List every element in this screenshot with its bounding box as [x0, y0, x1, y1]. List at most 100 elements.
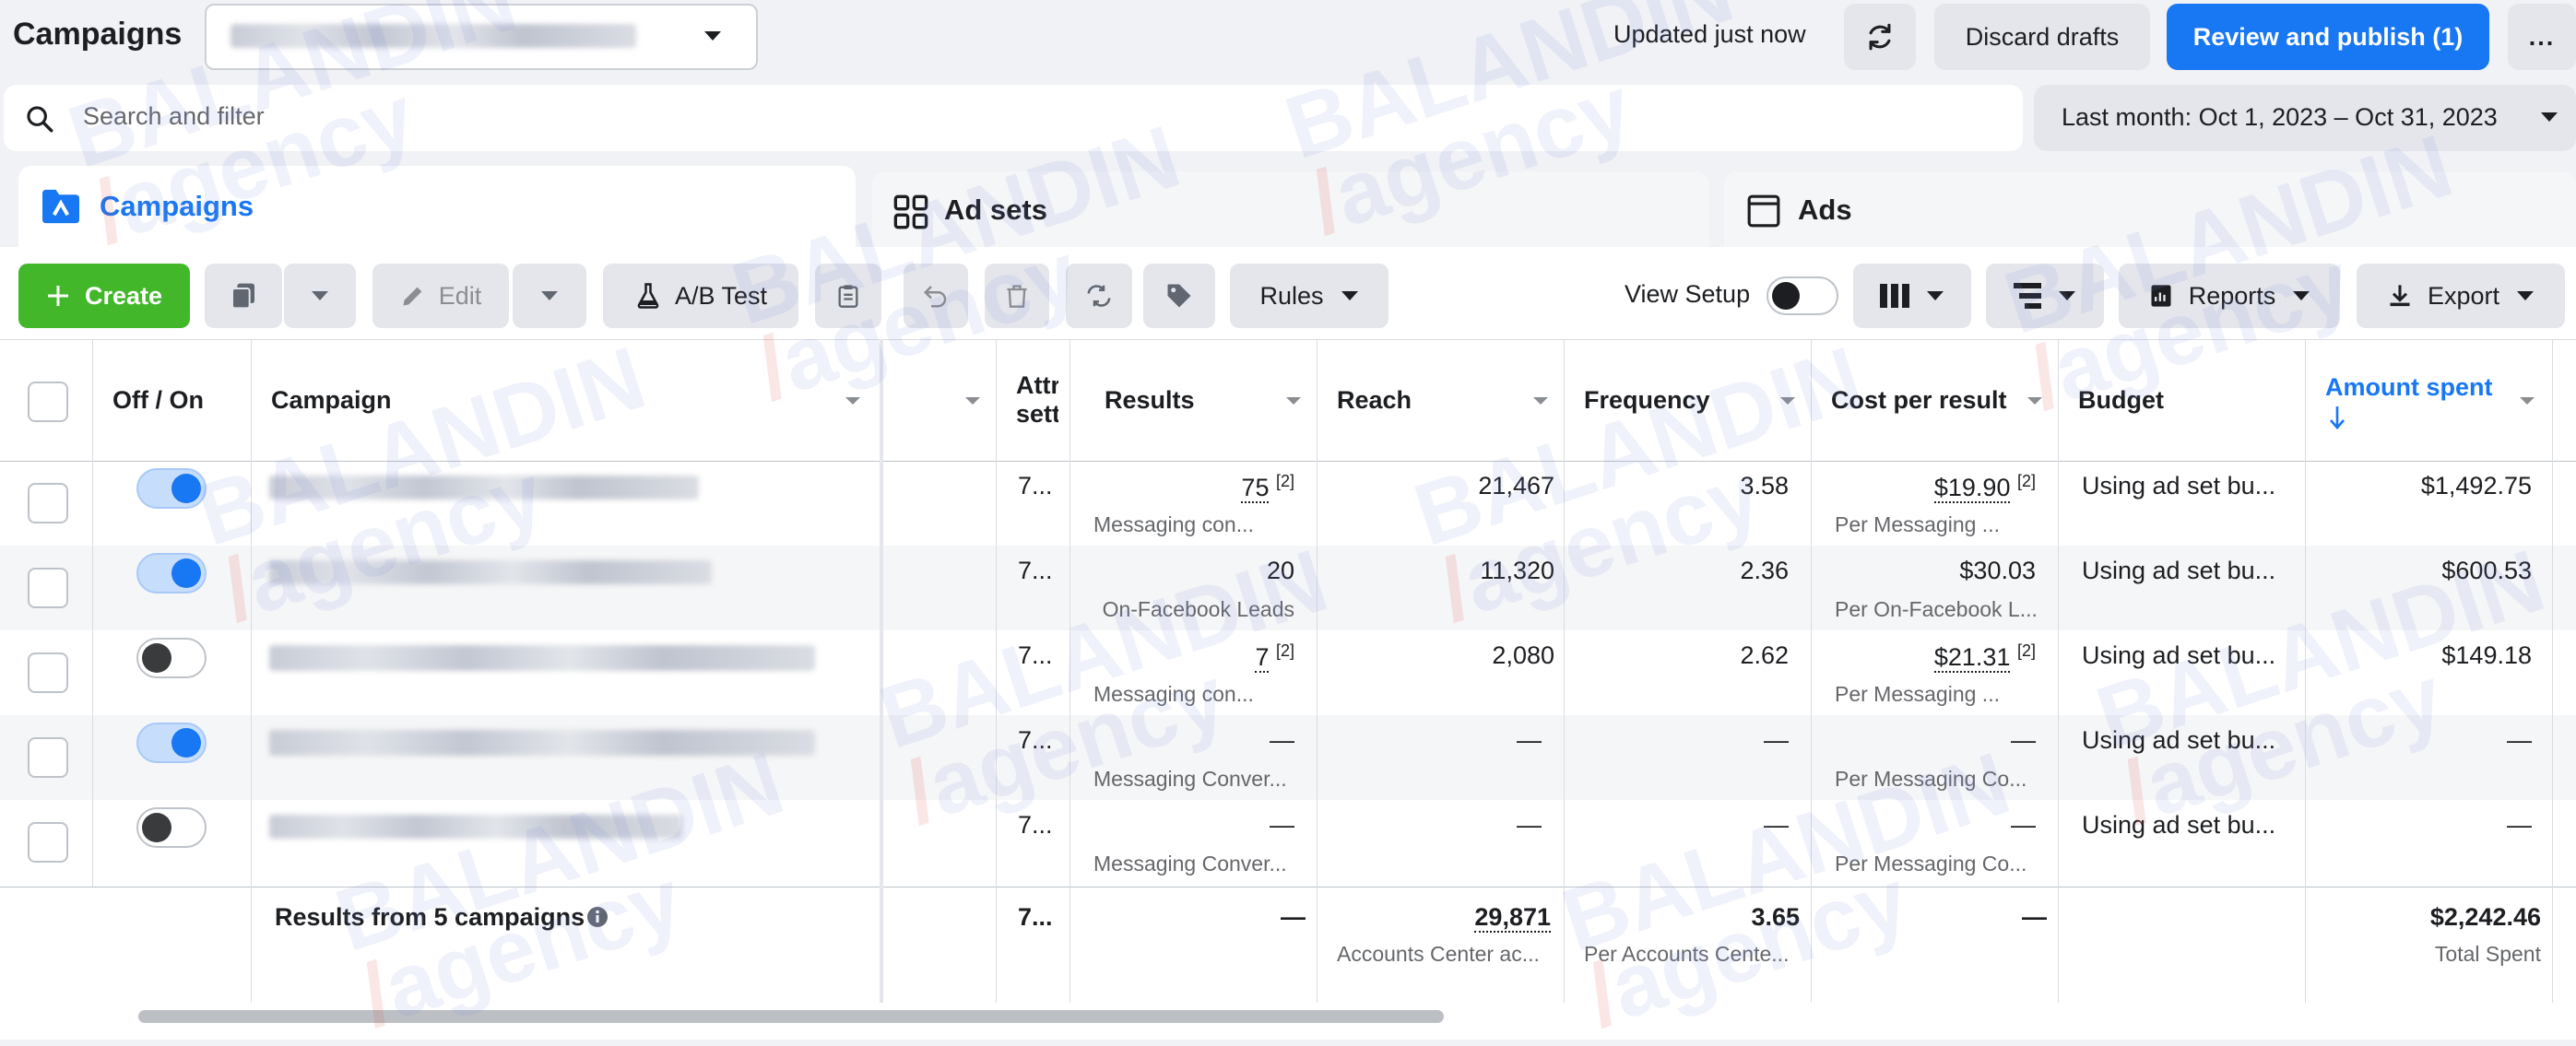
- col-cost-per-result[interactable]: Cost per result: [1831, 339, 2007, 461]
- campaign-name-redacted[interactable]: [269, 730, 815, 756]
- tag-button[interactable]: [1143, 264, 1215, 328]
- create-button[interactable]: Create: [18, 264, 190, 328]
- cost-per-result-type: Per Messaging Co...: [1835, 767, 2027, 791]
- page-title: Campaigns: [13, 17, 183, 52]
- folder-icon: [41, 188, 81, 225]
- campaign-toggle[interactable]: [136, 638, 207, 678]
- chevron-down-icon: [2516, 290, 2535, 301]
- summary-reach-number: 29,871: [1474, 903, 1551, 933]
- reach-value: —: [1517, 726, 1542, 754]
- results-type: On-Facebook Leads: [1102, 597, 1294, 621]
- col-off-on[interactable]: Off / On: [112, 339, 204, 461]
- tab-ad-sets-label: Ad sets: [944, 194, 1047, 226]
- col-reach[interactable]: Reach: [1337, 339, 1412, 461]
- ab-test-label: A/B Test: [674, 281, 768, 310]
- summary-results: —: [1281, 903, 1306, 931]
- reports-button[interactable]: Reports: [2119, 264, 2340, 328]
- divider: [1811, 339, 1812, 1003]
- row-checkbox[interactable]: [28, 822, 68, 863]
- row-checkbox[interactable]: [28, 737, 68, 778]
- amount-spent-value: —: [2507, 726, 2532, 754]
- horizontal-scrollbar[interactable]: [138, 1010, 1444, 1023]
- col-campaign[interactable]: Campaign: [271, 339, 392, 461]
- duplicate-dropdown[interactable]: [284, 264, 356, 328]
- delete-button[interactable]: [985, 264, 1049, 328]
- breakdown-button[interactable]: [1986, 264, 2104, 328]
- cost-per-result-value: $30.03: [1959, 557, 2036, 584]
- toggle-knob: [171, 728, 201, 758]
- reach-value: 11,320: [1480, 557, 1554, 584]
- summary-frequency: 3.65: [1751, 903, 1800, 931]
- campaign-name-redacted[interactable]: [269, 560, 712, 584]
- row-checkbox[interactable]: [28, 568, 68, 608]
- divider: [0, 339, 2576, 340]
- cost-per-result-type: Per Messaging Co...: [1835, 852, 2027, 876]
- rules-label: Rules: [1259, 281, 1324, 310]
- edit-button[interactable]: Edit: [372, 264, 509, 328]
- more-options-button[interactable]: ...: [2508, 4, 2576, 70]
- col-results[interactable]: Results: [1105, 339, 1195, 461]
- clipboard-icon: [835, 282, 861, 310]
- cost-per-result-value: $19.90 [2]: [1831, 472, 2036, 503]
- frequency-value: —: [1764, 726, 1789, 754]
- clipboard-button[interactable]: [815, 264, 881, 328]
- flask-icon: [634, 282, 662, 310]
- campaign-toggle[interactable]: [136, 468, 207, 509]
- campaign-name-redacted[interactable]: [269, 476, 699, 499]
- account-selector[interactable]: [205, 4, 758, 70]
- footnote: [2]: [2016, 641, 2036, 660]
- ab-test-button[interactable]: A/B Test: [603, 264, 798, 328]
- row-checkbox[interactable]: [28, 483, 68, 523]
- rules-button[interactable]: Rules: [1230, 264, 1388, 328]
- chevron-down-icon: [1926, 290, 1944, 301]
- sync-button[interactable]: [1066, 264, 1132, 328]
- columns-button[interactable]: [1853, 264, 1971, 328]
- search-icon: [24, 103, 55, 135]
- results-value: —: [1270, 811, 1294, 839]
- col-amount-spent[interactable]: Amount spent: [2325, 369, 2493, 405]
- tab-ads-label: Ads: [1798, 194, 1852, 226]
- divider: [1069, 339, 1070, 1003]
- toggle-knob: [171, 558, 201, 588]
- cost-per-result-value: —: [2011, 811, 2036, 839]
- cost-per-result-type: Per Messaging ...: [1835, 682, 2000, 706]
- info-icon[interactable]: [586, 906, 609, 928]
- edit-dropdown[interactable]: [513, 264, 586, 328]
- create-label: Create: [84, 281, 163, 310]
- breakdown-icon: [2014, 283, 2041, 309]
- undo-icon: [922, 282, 950, 310]
- row-checkbox[interactable]: [28, 652, 68, 693]
- results-value: 75 [2]: [1106, 472, 1294, 503]
- ad-window-icon: [1746, 194, 1781, 229]
- date-range-picker[interactable]: Last month: Oct 1, 2023 – Oct 31, 2023: [2034, 85, 2576, 151]
- campaign-name-redacted[interactable]: [269, 815, 682, 839]
- campaign-toggle[interactable]: [136, 723, 207, 763]
- col-attribution[interactable]: Attr sett: [1016, 339, 1058, 461]
- columns-icon: [1880, 284, 1909, 308]
- view-setup-toggle[interactable]: [1767, 276, 1838, 315]
- campaign-name-redacted[interactable]: [269, 645, 815, 671]
- campaign-toggle[interactable]: [136, 553, 207, 594]
- toggle-knob: [142, 643, 171, 673]
- campaign-toggle[interactable]: [136, 807, 207, 848]
- search-input[interactable]: Search and filter: [83, 102, 265, 131]
- frequency-value: —: [1764, 811, 1789, 839]
- tag-icon: [1165, 282, 1193, 310]
- download-icon: [2387, 282, 2413, 310]
- select-all-checkbox[interactable]: [28, 382, 68, 422]
- discard-drafts-button[interactable]: Discard drafts: [1934, 4, 2150, 70]
- attr-value: 7...: [1018, 557, 1053, 584]
- export-button[interactable]: Export: [2357, 264, 2565, 328]
- cpr-number: $19.90: [1933, 474, 2011, 503]
- duplicate-button[interactable]: [205, 264, 282, 328]
- reach-value: —: [1517, 811, 1542, 839]
- col-frequency[interactable]: Frequency: [1584, 339, 1710, 461]
- grid-icon: [892, 194, 929, 230]
- undo-button[interactable]: [904, 264, 968, 328]
- refresh-button[interactable]: [1844, 4, 1916, 70]
- col-budget[interactable]: Budget: [2078, 339, 2164, 461]
- budget-value: Using ad set bu...: [2082, 472, 2276, 499]
- review-publish-button[interactable]: Review and publish (1): [2167, 4, 2489, 70]
- search-bar[interactable]: [4, 85, 2023, 151]
- attr-value: 7...: [1018, 811, 1053, 839]
